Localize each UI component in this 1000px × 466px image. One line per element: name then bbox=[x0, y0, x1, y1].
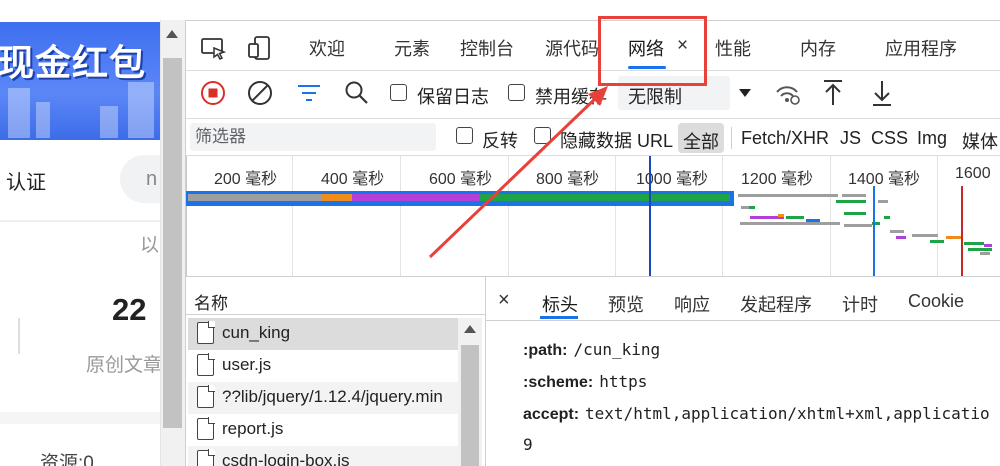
filter-css[interactable]: CSS bbox=[871, 128, 908, 149]
tab-preview[interactable]: 预览 bbox=[608, 291, 644, 317]
article-count-label: 原创文章 bbox=[86, 355, 163, 376]
filter-img[interactable]: Img bbox=[917, 128, 947, 149]
header-key: :path: bbox=[523, 342, 568, 359]
close-details-icon[interactable]: × bbox=[498, 289, 510, 312]
tab-initiator[interactable]: 发起程序 bbox=[740, 291, 812, 317]
requests-scrollbar-thumb[interactable] bbox=[461, 345, 479, 466]
divider bbox=[0, 412, 160, 424]
scroll-up-arrow-icon[interactable] bbox=[464, 324, 476, 334]
preserve-log-checkbox[interactable] bbox=[390, 84, 407, 101]
request-row[interactable]: user.js bbox=[188, 350, 458, 382]
tab-memory[interactable]: 内存 bbox=[800, 35, 836, 61]
divider bbox=[186, 70, 1000, 71]
annotation-highlight-box bbox=[598, 16, 707, 86]
tab-welcome[interactable]: 欢迎 bbox=[309, 35, 345, 61]
throttle-value: 无限制 bbox=[628, 87, 682, 107]
timeline-tick: 400 毫秒 bbox=[321, 171, 385, 188]
web-page-content: 现金红包 认证 n 以 22 原创文章 资源:0 bbox=[0, 0, 185, 466]
name-column-header[interactable]: 名称 bbox=[194, 289, 228, 314]
document-icon bbox=[197, 417, 215, 440]
divider bbox=[731, 127, 732, 149]
request-name: user.js bbox=[222, 355, 272, 374]
follow-button-text: n bbox=[146, 168, 158, 190]
timeline-tick: 1400 毫秒 bbox=[848, 171, 921, 188]
promo-banner[interactable]: 现金红包 bbox=[0, 22, 160, 140]
header-value: text/html,application/xhtml+xml,applicat… bbox=[585, 404, 990, 423]
filter-all-label: 全部 bbox=[683, 132, 719, 152]
divider bbox=[18, 318, 20, 354]
document-icon bbox=[197, 321, 215, 344]
dom-marker bbox=[873, 186, 875, 276]
timeline-bar-connect bbox=[322, 194, 352, 201]
timeline-tick: 1000 毫秒 bbox=[636, 171, 709, 188]
divider bbox=[485, 277, 486, 466]
partial-text: 以 bbox=[140, 235, 160, 256]
header-value: /cun_king bbox=[573, 340, 661, 359]
network-conditions-icon[interactable] bbox=[774, 80, 802, 106]
timeline-bar-queue bbox=[188, 194, 322, 201]
domcontentloaded-marker bbox=[649, 156, 651, 276]
record-stop-icon[interactable] bbox=[200, 80, 226, 106]
filter-js[interactable]: JS bbox=[840, 128, 861, 149]
filter-media[interactable]: 媒体 bbox=[962, 128, 998, 154]
import-har-icon[interactable] bbox=[822, 79, 844, 107]
cert-label: 认证 bbox=[6, 172, 46, 194]
banner-text: 现金红包 bbox=[0, 43, 147, 84]
device-toolbar-icon[interactable] bbox=[247, 35, 275, 61]
request-name: report.js bbox=[222, 419, 284, 438]
divider bbox=[185, 20, 1000, 21]
annotation-arrow-icon bbox=[428, 86, 608, 259]
tab-console[interactable]: 控制台 bbox=[460, 35, 514, 61]
divider bbox=[186, 314, 486, 315]
header-key: accept: bbox=[523, 406, 580, 423]
timeline-tick: 1200 毫秒 bbox=[741, 171, 814, 188]
divider bbox=[486, 320, 1000, 321]
inspect-element-icon[interactable] bbox=[200, 36, 228, 60]
resources-label: 资源:0 bbox=[40, 453, 94, 466]
tab-elements[interactable]: 元素 bbox=[394, 35, 430, 61]
request-row[interactable]: report.js bbox=[188, 414, 458, 446]
document-icon bbox=[197, 385, 215, 408]
tab-timing[interactable]: 计时 bbox=[842, 291, 878, 317]
tab-performance[interactable]: 性能 bbox=[715, 35, 751, 61]
filter-fetch-xhr[interactable]: Fetch/XHR bbox=[741, 128, 829, 149]
tab-cookie[interactable]: Cookie bbox=[908, 291, 964, 312]
filter-icon[interactable] bbox=[296, 82, 322, 104]
tab-response[interactable]: 响应 bbox=[674, 291, 710, 317]
tab-sources[interactable]: 源代码 bbox=[545, 35, 599, 61]
header-value: 9 bbox=[523, 435, 533, 454]
request-row[interactable]: ??lib/jquery/1.12.4/jquery.min bbox=[188, 382, 458, 414]
filter-input[interactable] bbox=[190, 123, 436, 151]
tab-headers[interactable]: 标头 bbox=[542, 291, 578, 317]
active-tab-indicator bbox=[540, 316, 578, 319]
tab-application[interactable]: 应用程序 bbox=[885, 35, 957, 61]
request-name: ??lib/jquery/1.12.4/jquery.min bbox=[222, 387, 443, 406]
document-icon bbox=[197, 353, 215, 376]
header-row: :path: /cun_king bbox=[523, 340, 660, 360]
request-row[interactable]: csdn-login-box.js bbox=[188, 446, 458, 466]
header-row: accept: text/html,application/xhtml+xml,a… bbox=[523, 404, 990, 424]
chevron-down-icon[interactable] bbox=[738, 88, 752, 98]
article-count: 22 bbox=[112, 292, 147, 327]
search-icon[interactable] bbox=[344, 80, 370, 106]
request-name: csdn-login-box.js bbox=[222, 451, 350, 466]
header-row: 9 bbox=[523, 435, 533, 455]
timeline-tick: 1600 bbox=[955, 165, 991, 182]
divider bbox=[0, 220, 160, 222]
document-icon bbox=[197, 449, 215, 466]
clear-icon[interactable] bbox=[247, 80, 273, 106]
request-row[interactable]: cun_king bbox=[188, 318, 458, 350]
export-har-icon[interactable] bbox=[871, 79, 893, 107]
timeline-tick: 200 毫秒 bbox=[214, 171, 278, 188]
header-value: https bbox=[599, 372, 648, 391]
load-marker bbox=[961, 186, 963, 276]
header-key: :scheme: bbox=[523, 374, 594, 391]
scroll-up-arrow-icon[interactable] bbox=[166, 30, 178, 38]
header-row: :scheme: https bbox=[523, 372, 647, 392]
page-scrollbar-thumb[interactable] bbox=[163, 58, 182, 428]
request-name: cun_king bbox=[222, 323, 291, 342]
